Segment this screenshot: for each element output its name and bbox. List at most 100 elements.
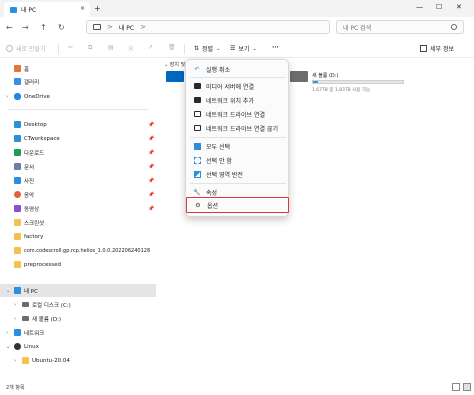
group-header-label: 장치 및 xyxy=(169,62,186,68)
sidebar-item-factory[interactable]: factory xyxy=(0,230,156,243)
pin-icon[interactable]: 📌 xyxy=(148,192,154,198)
sidebar-item-pictures[interactable]: 사진 📌 xyxy=(0,174,156,187)
sidebar-item-network[interactable]: › 네트워크 xyxy=(0,326,156,339)
maximize-button[interactable]: ☐ xyxy=(436,3,442,11)
sidebar-item-preprocessed[interactable]: preprocessed xyxy=(0,258,156,271)
menu-item-add-network-location[interactable]: 네트워크 위치 추가 xyxy=(190,94,286,106)
close-tab-icon[interactable]: × xyxy=(80,5,85,12)
sidebar-item-ubuntu[interactable]: › Ubuntu-20.04 xyxy=(0,354,156,367)
sidebar-item-onedrive[interactable]: › OneDrive xyxy=(0,90,156,103)
chevron-down-icon[interactable]: ⌄ xyxy=(6,344,10,350)
menu-divider xyxy=(190,183,286,184)
details-button[interactable]: 세부 정보 xyxy=(420,44,454,53)
menu-item-media-server[interactable]: 미디어 서버에 연결 xyxy=(190,80,286,92)
sort-icon: ⇅ xyxy=(194,45,200,52)
pin-icon[interactable]: 📌 xyxy=(148,150,154,156)
sidebar-item-linux[interactable]: ⌄ Linux xyxy=(0,340,156,353)
menu-item-label: 선택 영역 반전 xyxy=(206,171,243,179)
menu-item-disconnect-network-drive[interactable]: 네트워크 드라이브 연결 끊기 xyxy=(190,122,286,134)
sidebar-item-documents[interactable]: 문서 📌 xyxy=(0,160,156,173)
new-tab-button[interactable]: + xyxy=(94,4,101,13)
menu-item-undo[interactable]: ↶ 실행 취소 xyxy=(190,63,286,75)
menu-item-select-none[interactable]: 선택 안 함 xyxy=(190,154,286,166)
details-label: 세부 정보 xyxy=(430,46,454,53)
new-button[interactable]: 새로 만들기 xyxy=(6,44,46,53)
pin-icon[interactable]: 📌 xyxy=(148,122,154,128)
map-drive-icon xyxy=(193,110,201,118)
add-icon xyxy=(6,45,13,52)
drive-d-usage-fill xyxy=(313,81,319,83)
invert-selection-icon xyxy=(193,170,201,178)
sidebar-item-videos[interactable]: 동영상 📌 xyxy=(0,202,156,215)
sidebar-item-gallery[interactable]: 갤러리 xyxy=(0,75,156,88)
media-server-icon xyxy=(193,82,201,90)
cut-icon[interactable]: ✂ xyxy=(68,44,73,51)
details-view-icon[interactable] xyxy=(452,383,460,391)
sidebar-item-codescroll[interactable]: com.codescroll.gp.rcp.helios_1.0.0.20220… xyxy=(0,244,156,257)
sidebar-item-music[interactable]: 음악 📌 xyxy=(0,188,156,201)
sidebar-item-label: preprocessed xyxy=(24,261,62,268)
new-label: 새로 만들기 xyxy=(16,46,46,53)
chevron-right-icon[interactable]: › xyxy=(6,330,8,336)
pin-icon[interactable]: 📌 xyxy=(148,206,154,212)
network-icon xyxy=(14,329,21,336)
tab-this-pc[interactable]: 내 PC × xyxy=(4,2,90,17)
refresh-button[interactable]: ↻ xyxy=(58,23,65,32)
command-bar: 새로 만들기 ✂ ⧉ ▤ Ⓐ ↗ 🗑 ⇅ 정렬 ⌄ ☰ 보기 ⌄ ··· 세부 … xyxy=(0,40,474,58)
sidebar-item-ctworkspace[interactable]: CTworkspace 📌 xyxy=(0,132,156,145)
search-input[interactable]: 내 PC 검색 xyxy=(343,23,371,32)
pin-icon[interactable]: 📌 xyxy=(148,136,154,142)
up-button[interactable]: ↑ xyxy=(40,23,47,32)
chevron-down-icon: ⌄ xyxy=(252,45,257,52)
menu-item-select-all[interactable]: 모두 선택 xyxy=(190,140,286,152)
address-bar[interactable]: > 내 PC > xyxy=(86,20,330,34)
sidebar-divider xyxy=(8,109,148,110)
sidebar-item-label: 음악 xyxy=(24,192,35,199)
pin-icon[interactable]: 📌 xyxy=(148,178,154,184)
sidebar-item-home[interactable]: 홈 xyxy=(0,62,156,75)
menu-item-options[interactable]: ⚙ 옵션 xyxy=(186,197,289,213)
more-options-menu: ↶ 실행 취소 미디어 서버에 연결 네트워크 위치 추가 네트워크 드라이브 … xyxy=(185,59,289,217)
pc-icon xyxy=(14,287,21,294)
sidebar-item-screenshots[interactable]: 스크린샷 xyxy=(0,216,156,229)
details-pane-icon xyxy=(420,45,427,52)
drive-d-name[interactable]: 새 볼륨 (D:) xyxy=(312,72,338,79)
rename-icon[interactable]: Ⓐ xyxy=(128,44,134,53)
more-options-button[interactable]: ··· xyxy=(272,44,279,51)
sidebar-item-label: 문서 xyxy=(24,164,35,171)
copy-icon[interactable]: ⧉ xyxy=(88,44,92,52)
close-window-button[interactable]: ✕ xyxy=(456,3,462,11)
chevron-right-icon[interactable]: › xyxy=(6,94,8,100)
menu-item-label: 옵션 xyxy=(207,202,219,210)
sidebar-item-drive-d[interactable]: › 새 볼륨 (D:) xyxy=(0,312,156,325)
group-header[interactable]: ⌄ 장치 및 xyxy=(164,61,185,68)
tiles-view-icon[interactable] xyxy=(463,383,471,391)
chevron-right-icon[interactable]: › xyxy=(14,358,16,364)
windows-drive-icon[interactable] xyxy=(166,71,184,82)
sidebar-item-desktop[interactable]: Desktop 📌 xyxy=(0,118,156,131)
drive-icon[interactable] xyxy=(290,71,308,82)
back-button[interactable]: ← xyxy=(6,23,13,32)
menu-item-invert-selection[interactable]: 선택 영역 반전 xyxy=(190,168,286,180)
chevron-right-icon[interactable]: › xyxy=(14,302,16,308)
sidebar-item-this-pc[interactable]: ⌄ 내 PC xyxy=(0,284,156,297)
chevron-down-icon[interactable]: ⌄ xyxy=(6,288,10,294)
view-button[interactable]: ☰ 보기 ⌄ xyxy=(230,44,257,53)
forward-button[interactable]: → xyxy=(22,23,29,32)
paste-icon[interactable]: ▤ xyxy=(108,44,114,51)
tab-title: 내 PC xyxy=(21,7,37,14)
sidebar-item-label: 사진 xyxy=(24,178,35,185)
delete-icon[interactable]: 🗑 xyxy=(168,44,176,51)
pin-icon[interactable]: 📌 xyxy=(148,164,154,170)
chevron-right-icon[interactable]: › xyxy=(14,316,16,322)
minimize-button[interactable]: — xyxy=(416,3,423,11)
sort-button[interactable]: ⇅ 정렬 ⌄ xyxy=(194,44,220,53)
breadcrumb[interactable]: 내 PC xyxy=(119,23,134,32)
sidebar-item-drive-c[interactable]: › 로컬 디스크 (C:) xyxy=(0,298,156,311)
search-box[interactable]: 내 PC 검색 xyxy=(336,20,464,34)
sidebar-item-downloads[interactable]: 다운로드 📌 xyxy=(0,146,156,159)
sidebar-item-label: 네트워크 xyxy=(24,330,45,337)
share-icon[interactable]: ↗ xyxy=(148,44,153,51)
menu-item-map-network-drive[interactable]: 네트워크 드라이브 연결 xyxy=(190,108,286,120)
folder-icon xyxy=(14,261,21,268)
